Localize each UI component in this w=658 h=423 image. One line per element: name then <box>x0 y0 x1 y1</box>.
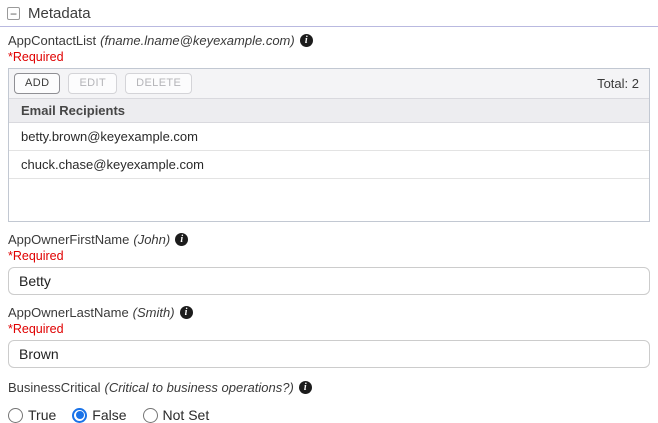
first-name-input[interactable] <box>8 267 650 295</box>
info-icon[interactable]: i <box>180 306 193 319</box>
metadata-section: − Metadata AppContactList (fname.lname@k… <box>0 0 658 423</box>
radio-selected-icon <box>72 408 87 423</box>
radio-icon <box>8 408 23 423</box>
radio-label: True <box>28 407 56 423</box>
required-label: *Required <box>8 50 650 64</box>
field-app-contact-list: AppContactList (fname.lname@keyexample.c… <box>8 33 650 222</box>
required-label: *Required <box>8 249 650 263</box>
radio-option-false[interactable]: False <box>72 407 126 423</box>
field-app-owner-first-name: AppOwnerFirstName (John) i *Required <box>8 232 650 295</box>
info-icon[interactable]: i <box>299 381 312 394</box>
required-label: *Required <box>8 322 650 336</box>
table-row[interactable]: chuck.chase@keyexample.com <box>9 151 649 179</box>
field-name: AppContactList <box>8 33 96 48</box>
grid-toolbar: ADD EDIT DELETE Total: 2 <box>9 69 649 98</box>
delete-button[interactable]: DELETE <box>125 73 192 94</box>
radio-label: False <box>92 407 126 423</box>
field-app-owner-last-name: AppOwnerLastName (Smith) i *Required <box>8 305 650 368</box>
field-name: BusinessCritical <box>8 380 100 395</box>
add-button[interactable]: ADD <box>14 73 60 94</box>
app-owner-last-name-label: AppOwnerLastName (Smith) i <box>8 305 650 320</box>
business-critical-label: BusinessCritical (Critical to business o… <box>8 380 650 395</box>
email-recipients-grid: ADD EDIT DELETE Total: 2 Email Recipient… <box>8 68 650 222</box>
radio-option-true[interactable]: True <box>8 407 56 423</box>
section-header: − Metadata <box>0 0 658 26</box>
app-owner-first-name-label: AppOwnerFirstName (John) i <box>8 232 650 247</box>
last-name-input[interactable] <box>8 340 650 368</box>
field-hint: (Critical to business operations?) <box>104 380 293 395</box>
form-content: AppContactList (fname.lname@keyexample.c… <box>0 27 658 423</box>
table-row[interactable]: betty.brown@keyexample.com <box>9 123 649 151</box>
total-count: Total: 2 <box>597 76 639 91</box>
grid-empty-area <box>9 179 649 221</box>
edit-button[interactable]: EDIT <box>68 73 117 94</box>
business-critical-radio-group: True False Not Set <box>8 407 650 423</box>
column-header-email-recipients[interactable]: Email Recipients <box>9 98 649 123</box>
radio-label: Not Set <box>163 407 210 423</box>
field-hint: (fname.lname@keyexample.com) <box>100 33 295 48</box>
minus-icon: − <box>10 9 17 19</box>
field-name: AppOwnerFirstName <box>8 232 129 247</box>
app-contact-list-label: AppContactList (fname.lname@keyexample.c… <box>8 33 650 48</box>
field-hint: (John) <box>133 232 170 247</box>
radio-option-not-set[interactable]: Not Set <box>143 407 210 423</box>
info-icon[interactable]: i <box>300 34 313 47</box>
field-name: AppOwnerLastName <box>8 305 129 320</box>
section-title: Metadata <box>28 5 91 22</box>
collapse-toggle-button[interactable]: − <box>7 7 20 20</box>
radio-icon <box>143 408 158 423</box>
field-business-critical: BusinessCritical (Critical to business o… <box>8 380 650 423</box>
field-hint: (Smith) <box>133 305 175 320</box>
info-icon[interactable]: i <box>175 233 188 246</box>
